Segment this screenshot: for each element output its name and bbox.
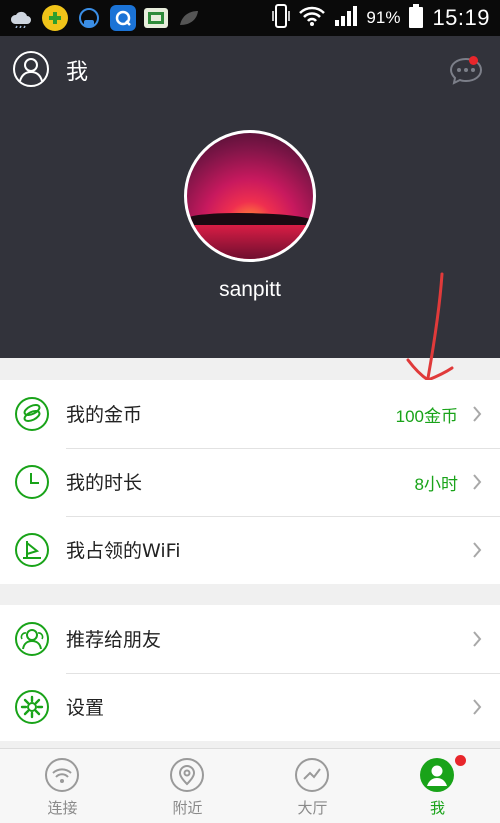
friends-icon <box>14 621 50 657</box>
menu-item-label: 我的时长 <box>66 472 143 494</box>
profile-photo[interactable] <box>184 130 316 262</box>
tab-nearby[interactable]: 附近 <box>125 749 250 823</box>
tab-label: 连接 <box>47 799 78 817</box>
menu-item-recommend[interactable]: 推荐给朋友 <box>0 605 500 673</box>
menu-item-label: 设置 <box>66 697 105 719</box>
tab-label: 附近 <box>172 799 203 817</box>
chevron-right-icon <box>473 699 482 715</box>
vibrate-icon <box>272 3 291 33</box>
bottom-tab-bar: 连接 附近 大厅 我 <box>0 748 500 823</box>
cell-signal-icon <box>334 5 358 31</box>
menu-group-other: 推荐给朋友 设置 <box>0 605 500 741</box>
flag-icon <box>14 532 50 568</box>
tab-label: 我 <box>429 799 445 817</box>
menu-item-duration[interactable]: 我的时长 8小时 <box>0 448 500 516</box>
chat-bubble-icon <box>449 57 483 85</box>
menu-item-label: 我的金币 <box>66 404 143 426</box>
me-icon <box>419 757 455 793</box>
leaf-icon <box>176 5 202 31</box>
username: sanpitt <box>219 278 281 301</box>
wifi-signal-icon <box>298 5 326 31</box>
menu-item-label: 我占领的WiFi <box>66 540 181 562</box>
clock-time: 15:19 <box>432 5 490 30</box>
chevron-right-icon <box>473 474 482 490</box>
clock-icon <box>14 464 50 500</box>
notification-icons <box>8 4 202 32</box>
status-bar: 91% 15:19 <box>0 0 500 36</box>
weather-cloud-icon <box>8 5 34 31</box>
page-title: 我 <box>66 60 89 85</box>
browser-q-icon <box>110 5 136 31</box>
coins-value: 100金币 <box>395 407 458 426</box>
notification-badge <box>455 755 466 766</box>
profile-header: 我 sanpitt <box>0 36 500 358</box>
location-pin-icon <box>169 757 205 793</box>
duration-value: 8小时 <box>414 475 458 494</box>
chevron-right-icon <box>473 631 482 647</box>
menu-group-account: 我的金币 100金币 我的时长 8小时 我占领的WiFi <box>0 380 500 584</box>
chevron-right-icon <box>473 406 482 422</box>
user-avatar-icon[interactable] <box>12 50 50 88</box>
coins-icon <box>14 396 50 432</box>
menu-item-coins[interactable]: 我的金币 100金币 <box>0 380 500 448</box>
gear-icon <box>14 689 50 725</box>
wifi-icon <box>44 757 80 793</box>
tab-hall[interactable]: 大厅 <box>250 749 375 823</box>
battery-percent: 91% <box>366 8 401 27</box>
chevron-right-icon <box>473 542 482 558</box>
unread-badge <box>469 56 478 65</box>
tab-connect[interactable]: 连接 <box>0 749 125 823</box>
tab-label: 大厅 <box>297 799 328 817</box>
chat-robot-icon <box>76 5 102 31</box>
app-plus-icon <box>42 5 68 31</box>
menu-item-my-wifi[interactable]: 我占领的WiFi <box>0 516 500 584</box>
hall-icon <box>294 757 330 793</box>
menu-item-label: 推荐给朋友 <box>66 629 162 651</box>
sim-card-icon <box>144 8 168 28</box>
messages-button[interactable] <box>446 50 486 90</box>
menu-item-settings[interactable]: 设置 <box>0 673 500 741</box>
tab-me[interactable]: 我 <box>375 749 500 823</box>
battery-icon <box>408 3 424 33</box>
